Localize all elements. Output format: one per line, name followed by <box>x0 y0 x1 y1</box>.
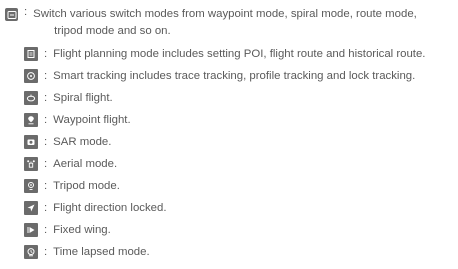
list-item-text: Flight direction locked. <box>53 202 167 214</box>
mode-switch-icon <box>5 8 18 21</box>
colon: : <box>44 136 48 148</box>
list-item-text: SAR mode. <box>53 136 112 148</box>
list-item-tripod-mode: : Tripod mode. <box>24 177 120 195</box>
colon: : <box>24 6 28 18</box>
list-item-waypoint-flight: : Waypoint flight. <box>24 111 131 129</box>
list-item-direction-locked: : Flight direction locked. <box>24 199 167 217</box>
list-item-text: Spiral flight. <box>53 92 113 104</box>
list-item-text: Time lapsed mode. <box>53 246 150 258</box>
list-item-aerial-mode: : Aerial mode. <box>24 155 117 173</box>
colon: : <box>44 224 48 236</box>
colon: : <box>44 114 48 126</box>
mode-switch-description: : Switch various switch modes from waypo… <box>5 6 458 40</box>
direction-locked-icon <box>24 201 38 215</box>
mode-switch-text: Switch various switch modes from waypoin… <box>33 6 458 40</box>
aerial-mode-icon <box>24 157 38 171</box>
tripod-mode-icon <box>24 179 38 193</box>
list-item-text: Aerial mode. <box>53 158 118 170</box>
list-item-text: Tripod mode. <box>53 180 120 192</box>
waypoint-flight-icon <box>24 113 38 127</box>
list-item-text: Fixed wing. <box>53 224 111 236</box>
colon: : <box>44 70 48 82</box>
time-lapse-icon <box>24 245 38 259</box>
fixed-wing-icon <box>24 223 38 237</box>
list-item-fixed-wing: : Fixed wing. <box>24 221 111 239</box>
list-item-text: Smart tracking includes trace tracking, … <box>53 70 416 82</box>
flight-planning-icon <box>24 47 38 61</box>
colon: : <box>44 158 48 170</box>
mode-switch-text-line1: Switch various switch modes from waypoin… <box>33 8 417 20</box>
list-item-time-lapse: : Time lapsed mode. <box>24 243 150 261</box>
list-item-text: Waypoint flight. <box>53 114 131 126</box>
colon: : <box>44 246 48 258</box>
colon: : <box>44 202 48 214</box>
smart-tracking-icon <box>24 69 38 83</box>
sar-mode-icon <box>24 135 38 149</box>
colon: : <box>44 92 48 104</box>
spiral-flight-icon <box>24 91 38 105</box>
list-item-text: Flight planning mode includes setting PO… <box>53 48 426 60</box>
list-item-spiral-flight: : Spiral flight. <box>24 89 113 107</box>
colon: : <box>44 180 48 192</box>
list-item-smart-tracking: : Smart tracking includes trace tracking… <box>24 67 415 85</box>
list-item-sar-mode: : SAR mode. <box>24 133 111 151</box>
mode-switch-text-line2: tripod mode and so on. <box>54 25 171 37</box>
list-item-flight-planning: : Flight planning mode includes setting … <box>24 45 425 63</box>
colon: : <box>44 48 48 60</box>
